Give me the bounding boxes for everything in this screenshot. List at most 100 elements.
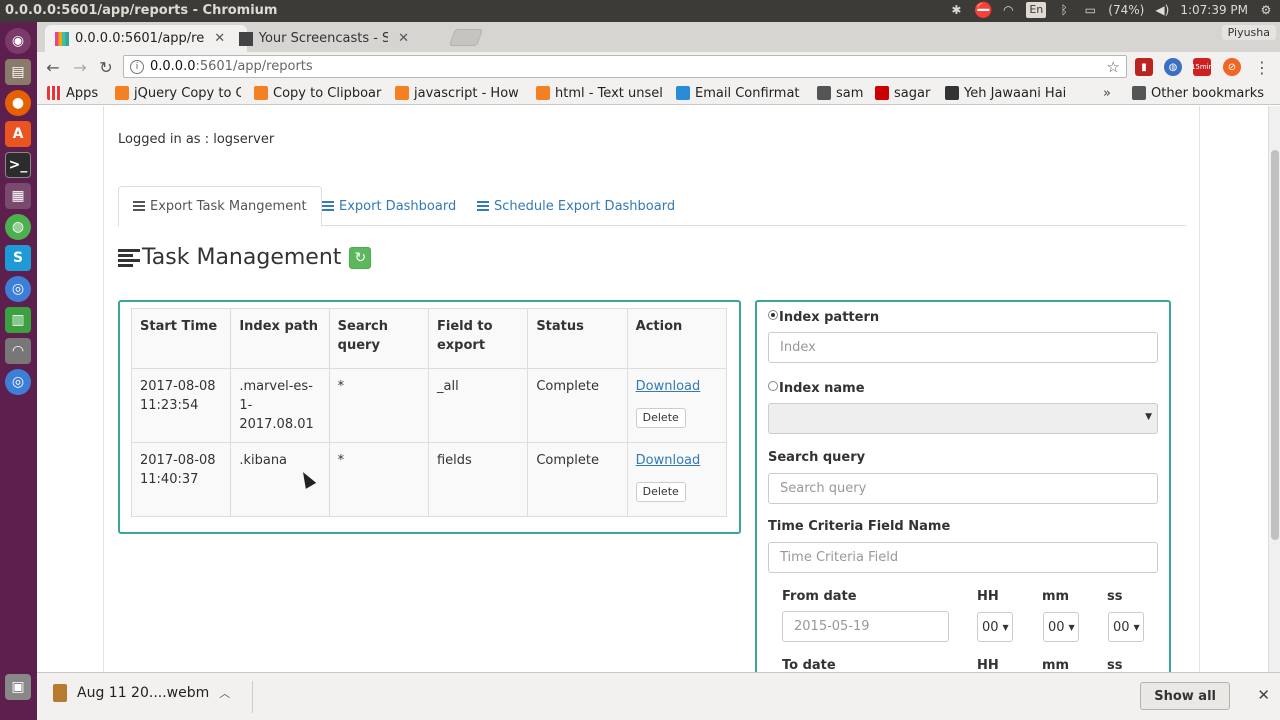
from-date-input[interactable]: 2015-05-19: [782, 611, 949, 642]
from-ss-select[interactable]: 00 ▼: [1108, 612, 1144, 642]
search-query-input[interactable]: Search query: [768, 473, 1158, 504]
bookmark-html-text[interactable]: html - Text unsel: [536, 84, 662, 102]
trash-icon[interactable]: ▣: [5, 674, 31, 700]
bookmark-javascript-how[interactable]: javascript - How: [395, 84, 519, 102]
volume-icon[interactable]: ◀): [1154, 2, 1170, 18]
index-name-radio[interactable]: [768, 381, 778, 391]
app-launcher-icon[interactable]: ▦: [5, 183, 31, 209]
align-left-icon: [118, 248, 140, 268]
bookmark-folder-sam[interactable]: sam: [817, 84, 867, 102]
column-header: Start Time: [130, 308, 232, 369]
tab-label: Export Dashboard: [339, 198, 457, 214]
firefox-icon[interactable]: ●: [5, 90, 31, 116]
cell-action: Download Delete: [626, 442, 728, 517]
spreadsheet-icon[interactable]: ▥: [5, 307, 31, 333]
bookmark-sagar[interactable]: sagar: [875, 84, 937, 102]
index-pattern-radio-label[interactable]: Index pattern: [768, 310, 879, 325]
terminal-icon[interactable]: >_: [5, 152, 31, 178]
page-scrollbar[interactable]: [1268, 106, 1280, 672]
os-top-bar: 0.0.0.0:5601/app/reports - Chromium ✱ ⛔ …: [0, 0, 1280, 22]
index-pattern-radio[interactable]: [768, 310, 778, 320]
cell-action: Download Delete: [626, 368, 728, 443]
index-pattern-input[interactable]: Index: [768, 332, 1158, 363]
column-header: Status: [527, 308, 628, 369]
scrollbar-thumb[interactable]: [1271, 150, 1279, 540]
tab-export-dashboard[interactable]: Export Dashboard: [308, 186, 470, 226]
wifi-icon[interactable]: ◠: [1000, 2, 1016, 18]
profile-button[interactable]: Piyusha: [1221, 25, 1276, 40]
download-link[interactable]: Download: [636, 377, 718, 396]
refresh-button[interactable]: ↻: [349, 246, 372, 269]
download-link[interactable]: Download: [636, 451, 718, 470]
tab-schedule-export-dashboard[interactable]: Schedule Export Dashboard: [463, 186, 689, 226]
bluetooth-icon[interactable]: ᛒ: [1056, 2, 1072, 18]
back-arrow-icon[interactable]: ←: [42, 56, 64, 78]
from-mm-select[interactable]: 00 ▼: [1043, 612, 1079, 642]
bookmark-copy-clipboard[interactable]: Copy to Clipboar: [254, 84, 382, 102]
tab-reports[interactable]: 0.0.0.0:5601/app/re ✕: [45, 25, 247, 52]
delete-button[interactable]: Delete: [635, 408, 686, 428]
bookmark-yeh-jawaani[interactable]: Yeh Jawaani Hai: [945, 84, 1073, 102]
keyboard-language-indicator[interactable]: En: [1026, 2, 1047, 18]
extension-red-icon[interactable]: ▮: [1135, 58, 1153, 76]
url-path: :5601/app/reports: [195, 59, 313, 74]
new-tab-button[interactable]: [448, 29, 484, 46]
reload-icon[interactable]: ↻: [95, 56, 117, 78]
close-icon[interactable]: ✕: [1257, 686, 1270, 704]
battery-icon[interactable]: ▭: [1082, 2, 1098, 18]
tab-export-task-management[interactable]: Export Task Mangement: [118, 186, 322, 227]
bookmark-other[interactable]: Other bookmarks: [1132, 84, 1272, 102]
files-icon[interactable]: ▤: [5, 59, 31, 85]
select-value: 00: [1048, 619, 1065, 635]
chevron-up-icon[interactable]: ︿: [219, 685, 230, 701]
index-name-select[interactable]: ▼: [768, 403, 1158, 434]
forward-arrow-icon[interactable]: →: [69, 56, 91, 78]
settings-gear-icon[interactable]: ⚙: [1258, 2, 1274, 18]
tab-screencasts[interactable]: Your Screencasts - S ✕: [229, 25, 419, 52]
to-hh-label: HH: [977, 658, 999, 672]
index-name-radio-label[interactable]: Index name: [768, 381, 865, 396]
clock[interactable]: 1:07:39 PM: [1180, 3, 1248, 17]
address-bar[interactable]: i 0.0.0.0:5601/app/reports ☆: [123, 55, 1127, 78]
time-field-input[interactable]: Time Criteria Field: [768, 542, 1158, 573]
from-hh-select[interactable]: 00 ▼: [977, 612, 1013, 642]
cell-status: Complete: [527, 442, 628, 517]
ubuntu-dash-icon[interactable]: ◉: [5, 28, 31, 54]
chromium-icon[interactable]: ◎: [5, 276, 31, 302]
no-entry-icon[interactable]: ⛔: [974, 2, 993, 18]
bookmark-jquery-copy[interactable]: jQuery Copy to C: [115, 84, 241, 102]
download-shelf: Aug 11 20....webm ︿ Show all ✕: [37, 672, 1280, 720]
delete-button[interactable]: Delete: [635, 482, 686, 502]
gear-alert-icon[interactable]: ✱: [948, 2, 964, 18]
placeholder-text: Search query: [780, 481, 867, 496]
extension-globe-icon[interactable]: ◍: [1164, 58, 1182, 76]
bookmark-label: Yeh Jawaani Hai: [964, 85, 1067, 101]
close-tab-icon[interactable]: ✕: [398, 31, 409, 46]
select-value: 00: [1113, 619, 1130, 635]
network-icon[interactable]: ◠: [5, 338, 31, 364]
bookmark-label: javascript - How: [414, 85, 519, 101]
extension-15min-icon[interactable]: 15min: [1191, 58, 1213, 76]
info-icon[interactable]: i: [130, 59, 144, 74]
chrome-menu-icon[interactable]: ⋮: [1253, 58, 1271, 77]
page-title: Task Management: [142, 245, 342, 270]
list-icon: [477, 200, 489, 212]
skype-icon[interactable]: S: [5, 245, 31, 271]
extension-blocker-icon[interactable]: ⊘: [1223, 58, 1241, 76]
chromium-icon-2[interactable]: ◎: [5, 369, 31, 395]
cell-search-query: *: [328, 368, 429, 443]
refresh-icon: ↻: [354, 249, 367, 266]
close-tab-icon[interactable]: ✕: [214, 31, 225, 46]
download-item[interactable]: Aug 11 20....webm ︿: [53, 684, 230, 702]
dropdown-arrow-icon: ▼: [1068, 622, 1075, 632]
more-bookmarks-chevron-icon[interactable]: »: [1103, 84, 1117, 102]
container-edge-right: [1199, 106, 1200, 672]
tab-label: 0.0.0.0:5601/app/re: [75, 31, 205, 46]
bookmark-email-confirm[interactable]: Email Confirmat: [676, 84, 804, 102]
window-title: 0.0.0.0:5601/app/reports - Chromium: [5, 3, 278, 18]
bookmark-star-icon[interactable]: ☆: [1107, 58, 1120, 76]
android-icon[interactable]: ◍: [5, 214, 31, 240]
bookmark-apps[interactable]: Apps: [47, 84, 105, 102]
show-all-button[interactable]: Show all: [1140, 682, 1230, 710]
software-center-icon[interactable]: A: [5, 121, 31, 147]
